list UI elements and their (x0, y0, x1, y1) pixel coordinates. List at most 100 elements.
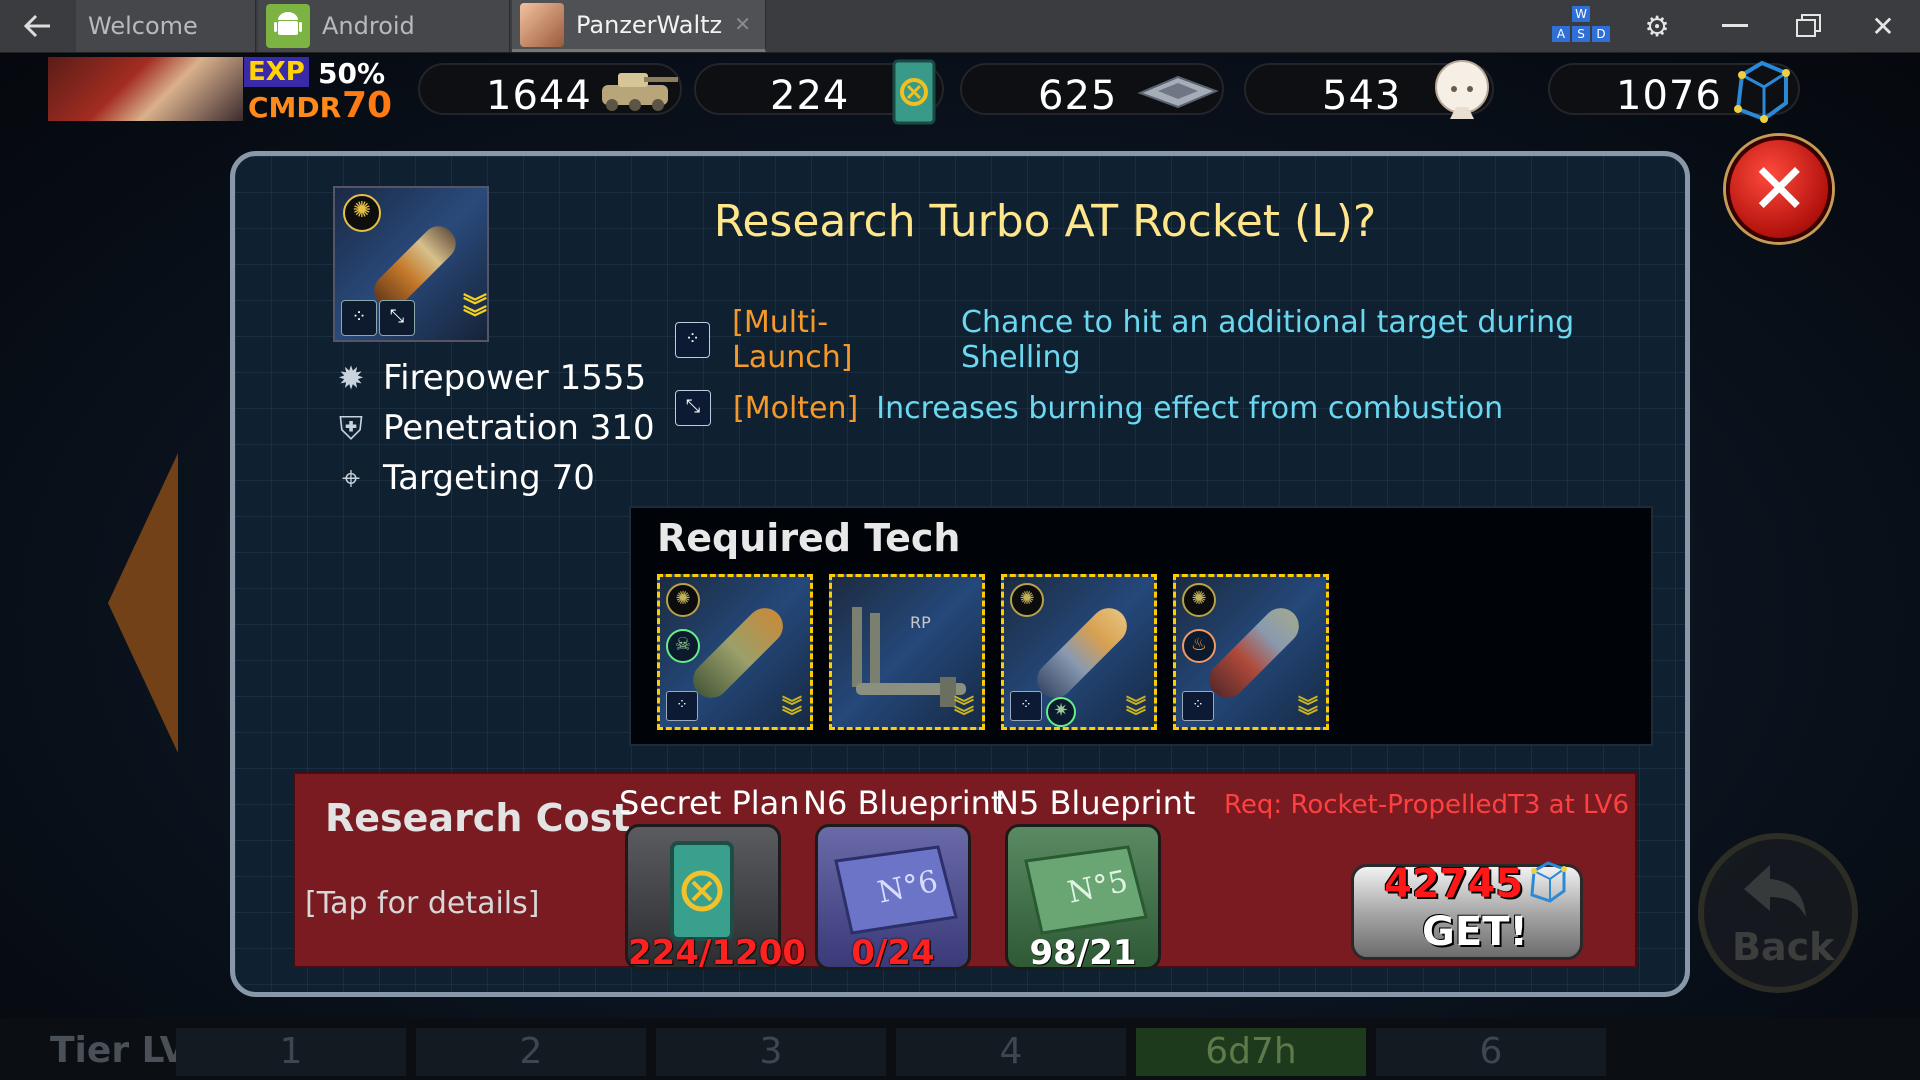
tank-icon (602, 73, 678, 111)
cost-label-secret-plan: Secret Plan (619, 784, 800, 822)
resource-cubes[interactable]: 1076 (1548, 60, 1800, 123)
tab-panzerwaltz[interactable]: PanzerWaltz ✕ (512, 0, 766, 52)
window-titlebar: Welcome Android PanzerWaltz ✕ W A S D ⚙ … (0, 0, 1920, 53)
tab-label: Android (322, 12, 415, 40)
stat-penetration: ⛨ Penetration 310 (331, 406, 655, 450)
cost-label-n6-blueprint: N6 Blueprint (803, 784, 1004, 822)
gear-badge-icon: ✺ (1182, 583, 1216, 617)
cmdr-label: CMDR (248, 91, 342, 124)
required-tech-title: Required Tech (657, 516, 961, 560)
stat-label: Penetration 310 (383, 408, 655, 448)
trait-desc: Increases burning effect from combustion (876, 390, 1504, 426)
tier-cell[interactable]: 2 (416, 1028, 646, 1076)
tab-close-icon[interactable]: ✕ (734, 12, 751, 36)
cost-item-n5-blueprint[interactable]: N°5 98/21 (1005, 824, 1161, 973)
close-icon[interactable]: ✕ (1848, 0, 1918, 52)
trait-desc: Chance to hit an additional target durin… (961, 305, 1575, 375)
resource-tanks[interactable]: 1644 (418, 63, 682, 119)
doll-icon (1435, 60, 1489, 119)
penetration-icon: ⛨ (338, 408, 363, 447)
tier-cell[interactable]: 1 (176, 1028, 406, 1076)
exp-label: EXP (244, 57, 309, 87)
close-x-icon: ✕ (1750, 148, 1809, 230)
back-arrow-icon[interactable] (0, 0, 76, 52)
research-cost-panel[interactable]: Research Cost [Tap for details] Secret P… (293, 772, 1637, 973)
resource-chips[interactable]: 625 (960, 63, 1224, 119)
chip-icon (1137, 75, 1219, 109)
required-tech-item[interactable]: RP ︾ ︾ (829, 574, 985, 730)
stat-targeting: ⌖ Targeting 70 (331, 456, 595, 500)
trait-molten: ⤡ [Molten] Increases burning effect from… (675, 386, 1503, 430)
rank-chevron-icon: ︾ ︾ (1298, 694, 1318, 728)
modal-title: Research Turbo AT Rocket (L)? (713, 196, 1377, 247)
rp-label: RP (910, 613, 931, 632)
cost-item-n6-blueprint[interactable]: N°6 0/24 (815, 824, 971, 973)
cost-item-secret-plan[interactable]: 224/1200 (625, 824, 807, 973)
tier-cell[interactable]: 4 (896, 1028, 1126, 1076)
multi-launch-icon: ⁘ (666, 691, 698, 721)
cmdr-level: 70 (342, 85, 393, 126)
cost-count: 0/24 (851, 933, 935, 973)
molten-icon: ⤡ (675, 390, 711, 426)
resource-secret-plan[interactable]: 224 (694, 59, 944, 125)
turbo-at-rocket-icon[interactable]: ✺ ⁘ ⤡ ︾ ︾ (333, 186, 489, 342)
firepower-icon: ✹ (337, 359, 365, 397)
crosshair-icon: ⌖ (341, 458, 361, 497)
stat-label: Targeting 70 (383, 458, 595, 498)
research-dialog: ✺ ⁘ ⤡ ︾ ︾ Research Turbo AT Rocket (L)? ✹… (230, 151, 1690, 997)
gear-icon[interactable]: ⚙ (1622, 0, 1692, 52)
game-viewport: Back Tier LVL 1 2 3 4 6d7h 6 EXP 50% CMD… (0, 53, 1920, 1080)
modal-close-button[interactable]: ✕ (1726, 136, 1832, 242)
rank-chevron-icon: ︾ ︾ (463, 292, 487, 332)
rocket-blue-icon (1029, 600, 1135, 706)
android-icon (266, 4, 310, 48)
tab-label: Welcome (88, 12, 198, 40)
minimize-icon[interactable] (1700, 0, 1770, 52)
key-d: D (1592, 26, 1610, 42)
n6-blueprint-icon: N°6 (834, 845, 958, 935)
tier-cell-timer[interactable]: 6d7h (1136, 1028, 1366, 1076)
multi-launch-icon: ⁘ (1182, 691, 1214, 721)
resource-bar: EXP 50% CMDR 70 1644 224 625 543 1076 (0, 53, 1920, 126)
research-requirement: Req: Rocket-PropelledT3 at LV6 (1224, 790, 1629, 820)
molten-icon: ⤡ (379, 300, 415, 336)
rocket-skull-icon (685, 600, 791, 706)
multi-launch-icon: ⁘ (341, 300, 377, 336)
cube-icon (1734, 60, 1790, 123)
back-button[interactable]: Back (1698, 833, 1858, 993)
rank-chevron-icon: ︾ ︾ (1126, 694, 1146, 728)
panzerwaltz-app-icon (520, 2, 564, 47)
required-tech-item[interactable]: ✺ ☠ ⁘ ︾ ︾ (657, 574, 813, 730)
tab-label: PanzerWaltz (576, 10, 723, 39)
get-button[interactable]: 42745 GET! (1351, 861, 1583, 960)
stat-firepower: ✹ Firepower 1555 (331, 356, 647, 400)
required-tech-item[interactable]: ✺ ♨ ⁘ ︾ ︾ (1173, 574, 1329, 730)
tab-android[interactable]: Android (258, 0, 510, 52)
multi-launch-icon: ⁘ (1010, 691, 1042, 721)
resource-value: 625 (1038, 73, 1118, 119)
resource-value: 1644 (486, 73, 592, 119)
resource-value: 224 (770, 73, 850, 119)
multi-launch-icon: ⁘ (675, 322, 711, 358)
required-tech-panel: Required Tech ✺ ☠ ⁘ ︾ ︾ RP ︾ ︾ ✺ ⁘ ✷ ︾ ︾… (629, 506, 1653, 746)
restore-icon[interactable] (1774, 0, 1844, 52)
cost-count: 224/1200 (628, 933, 807, 973)
tab-welcome[interactable]: Welcome (76, 0, 256, 52)
secret-plan-icon (892, 59, 936, 125)
tier-cell[interactable]: 6 (1376, 1028, 1606, 1076)
cost-count: 98/21 (1029, 933, 1137, 973)
skull-icon: ☠ (666, 629, 700, 663)
required-tech-item[interactable]: ✺ ⁘ ✷ ︾ ︾ (1001, 574, 1157, 730)
resource-dolls[interactable]: 543 (1244, 60, 1494, 119)
tier-cell[interactable]: 3 (656, 1028, 886, 1076)
keymap-icon[interactable]: W A S D (1548, 6, 1614, 46)
key-a: A (1552, 26, 1570, 42)
tap-for-details-link[interactable]: [Tap for details] (305, 886, 539, 921)
commander-avatar[interactable] (48, 57, 243, 121)
cube-icon (1530, 861, 1567, 903)
key-w: W (1572, 6, 1590, 22)
resource-value: 1076 (1616, 73, 1722, 119)
prev-arrow-icon[interactable] (108, 453, 178, 753)
back-label: Back (1732, 925, 1835, 969)
cost-label-n5-blueprint: N5 Blueprint (995, 784, 1196, 822)
